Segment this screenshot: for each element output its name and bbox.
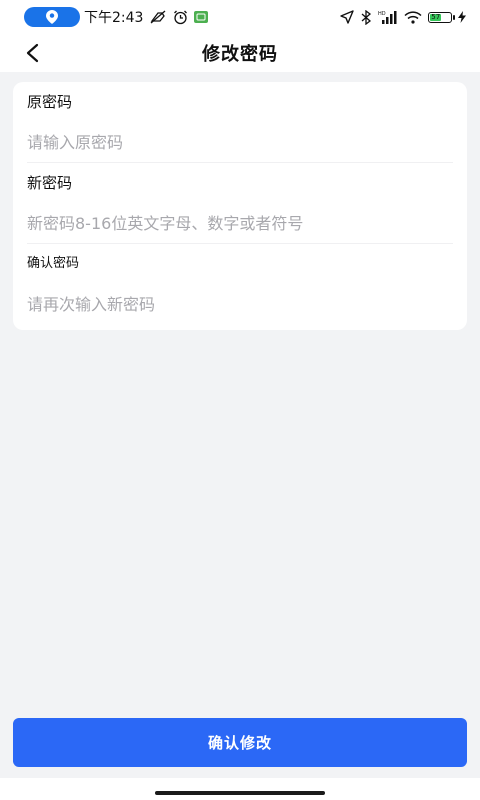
status-bar: 下午2:43 HD 57 [0, 0, 480, 34]
status-time: 下午2:43 [84, 10, 144, 26]
charging-icon [458, 11, 466, 23]
confirm-password-label: 确认密码 [27, 256, 80, 271]
confirm-password-input[interactable] [27, 284, 453, 324]
location-pin-icon [46, 10, 58, 24]
gesture-bar-area [0, 778, 480, 800]
new-password-label: 新密码 [27, 174, 73, 192]
muted-notification-icon [151, 10, 166, 24]
alarm-icon [174, 10, 188, 24]
app-notification-icon [194, 11, 209, 23]
old-password-label: 原密码 [27, 93, 73, 111]
page-title: 修改密码 [202, 44, 278, 65]
old-password-input[interactable] [27, 122, 453, 162]
password-form-card: 原密码 新密码 确认密码 [13, 82, 467, 330]
svg-text:HD: HD [378, 11, 386, 17]
cellular-signal-icon: HD [378, 11, 397, 24]
nav-bar: 修改密码 [0, 34, 480, 72]
battery-level: 57 [430, 13, 442, 21]
location-indicator [24, 7, 80, 27]
home-indicator[interactable] [155, 791, 325, 795]
back-button[interactable] [18, 38, 48, 68]
battery-icon: 57 [428, 11, 455, 23]
chevron-left-icon [26, 43, 39, 63]
navigation-arrow-icon [340, 10, 354, 24]
new-password-input[interactable] [27, 203, 453, 243]
confirm-change-button[interactable]: 确认修改 [13, 718, 467, 767]
wifi-icon [404, 10, 422, 24]
bluetooth-icon [361, 9, 372, 25]
